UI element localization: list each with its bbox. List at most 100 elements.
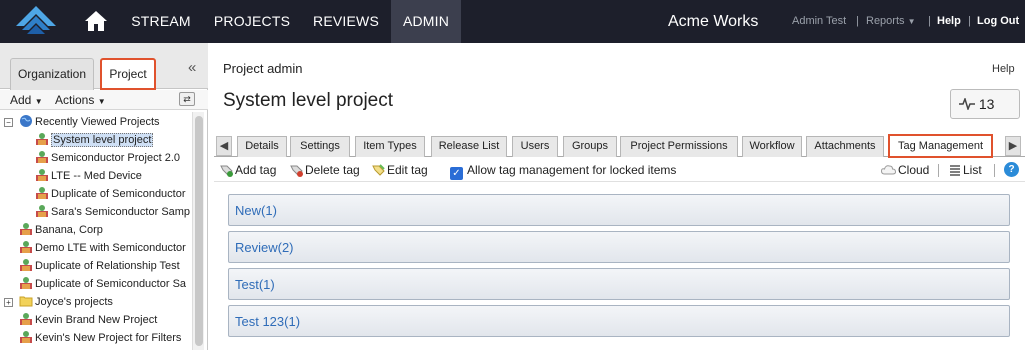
list-icon bbox=[950, 165, 960, 176]
tab-settings[interactable]: Settings bbox=[290, 136, 350, 157]
tree-item-label: Kevin Brand New Project bbox=[35, 314, 158, 326]
cloud-view-button[interactable]: Cloud bbox=[880, 163, 929, 177]
pulse-icon bbox=[959, 96, 975, 112]
tag-link[interactable]: Test(1) bbox=[235, 277, 275, 292]
tag-link[interactable]: Review(2) bbox=[235, 240, 294, 255]
tree-item-folder[interactable]: Joyce's projects bbox=[19, 293, 113, 311]
tag-row[interactable]: Test 123(1) bbox=[228, 305, 1010, 337]
tree-toolbar: Add ▼ Actions ▼ ⇄ bbox=[0, 90, 208, 110]
nav-separator: | bbox=[968, 15, 971, 27]
tag-link[interactable]: Test 123(1) bbox=[235, 314, 300, 329]
tab-workflow[interactable]: Workflow bbox=[742, 136, 802, 157]
tree-scrollbar[interactable] bbox=[192, 112, 204, 350]
tree-item-project[interactable]: Duplicate of Semiconductor bbox=[35, 185, 186, 203]
project-icon bbox=[20, 223, 32, 235]
tab-users[interactable]: Users bbox=[512, 136, 558, 157]
tree-item-label: Duplicate of Semiconductor bbox=[51, 188, 186, 200]
collapse-node-icon[interactable]: − bbox=[4, 118, 13, 127]
tree-item-project[interactable]: Kevin Brand New Project bbox=[19, 311, 157, 329]
refresh-icon[interactable]: ⇄ bbox=[179, 92, 195, 106]
nav-tab-projects[interactable]: PROJECTS bbox=[203, 0, 301, 43]
allow-locked-checkbox[interactable]: ✓ Allow tag management for locked items bbox=[450, 163, 676, 180]
edit-tag-label: Edit tag bbox=[387, 163, 428, 177]
tree-item-project[interactable]: Duplicate of Semiconductor Sa bbox=[19, 275, 186, 293]
tree-item-project[interactable]: Duplicate of Relationship Test bbox=[19, 257, 180, 275]
actions-label: Actions bbox=[55, 93, 95, 107]
project-name-heading: System level project bbox=[223, 90, 394, 111]
tag-row[interactable]: Test(1) bbox=[228, 268, 1010, 300]
tree-item-label: Duplicate of Semiconductor Sa bbox=[35, 278, 187, 290]
expand-node-icon[interactable]: + bbox=[4, 298, 13, 307]
project-tree: − Recently Viewed Projects System level … bbox=[0, 112, 192, 350]
collapse-panel-icon[interactable]: « bbox=[188, 59, 196, 76]
page-title: Project admin bbox=[223, 61, 303, 76]
tab-project[interactable]: Project bbox=[100, 58, 156, 90]
nav-tab-reviews[interactable]: REVIEWS bbox=[302, 0, 390, 43]
tree-item-project[interactable]: Sara's Semiconductor Samp bbox=[35, 203, 190, 221]
reports-label: Reports bbox=[866, 15, 905, 27]
add-tag-icon bbox=[220, 165, 233, 177]
tab-tag-management[interactable]: Tag Management bbox=[888, 134, 993, 158]
scroll-tabs-right-icon[interactable]: ▶ bbox=[1005, 136, 1021, 156]
edit-tag-button[interactable]: Edit tag bbox=[372, 163, 428, 177]
help-link[interactable]: Help bbox=[937, 0, 961, 43]
tree-item-project[interactable]: System level project bbox=[35, 131, 154, 149]
scrollbar-thumb[interactable] bbox=[195, 116, 203, 346]
tree-item-project[interactable]: Semiconductor Project 2.0 bbox=[35, 149, 180, 167]
caret-down-icon: ▼ bbox=[907, 17, 916, 26]
app-logo-icon[interactable] bbox=[12, 4, 60, 40]
help-info-icon[interactable]: ? bbox=[1004, 162, 1019, 177]
tree-item-project[interactable]: Banana, Corp bbox=[19, 221, 103, 239]
tree-item-label: Duplicate of Relationship Test bbox=[35, 260, 180, 272]
tree-item-project[interactable]: Kevin's New Project for Filters bbox=[19, 329, 181, 347]
tree-item-label: LTE -- Med Device bbox=[51, 170, 142, 182]
activity-pulse-button[interactable]: 13 bbox=[950, 89, 1020, 119]
tab-item-types[interactable]: Item Types bbox=[355, 136, 425, 157]
toolbar-divider bbox=[994, 164, 995, 177]
admin-tab-strip: ◀ Details Settings Item Types Release Li… bbox=[214, 134, 1025, 158]
tab-release-list[interactable]: Release List bbox=[431, 136, 507, 157]
project-icon bbox=[20, 241, 32, 253]
delete-tag-icon bbox=[290, 165, 303, 177]
tab-details[interactable]: Details bbox=[237, 136, 287, 157]
list-label: List bbox=[963, 163, 982, 177]
tag-row[interactable]: Review(2) bbox=[228, 231, 1010, 263]
tab-groups[interactable]: Groups bbox=[563, 136, 617, 157]
help-link[interactable]: Help bbox=[992, 63, 1015, 75]
reports-menu[interactable]: Reports ▼ bbox=[866, 0, 916, 43]
project-icon bbox=[36, 205, 48, 217]
user-name-link[interactable]: Admin Test bbox=[792, 0, 846, 43]
tree-item-recently-viewed[interactable]: Recently Viewed Projects bbox=[19, 113, 160, 131]
checkmark-icon: ✓ bbox=[450, 167, 463, 180]
home-icon[interactable] bbox=[84, 10, 108, 32]
list-view-button[interactable]: List bbox=[948, 163, 982, 177]
tab-attachments[interactable]: Attachments bbox=[806, 136, 884, 157]
edit-tag-icon bbox=[372, 164, 385, 176]
nav-tab-admin[interactable]: ADMIN bbox=[391, 0, 461, 43]
tab-organization[interactable]: Organization bbox=[10, 58, 94, 90]
scroll-tabs-left-icon[interactable]: ◀ bbox=[216, 136, 232, 156]
nav-tab-stream[interactable]: STREAM bbox=[120, 0, 202, 43]
tree-item-label: Sara's Semiconductor Samp bbox=[51, 206, 191, 218]
toolbar-divider bbox=[938, 164, 939, 177]
tree-item-label: Recently Viewed Projects bbox=[35, 116, 160, 128]
left-panel-tabs: Organization Project « bbox=[0, 43, 208, 90]
actions-menu-button[interactable]: Actions ▼ bbox=[55, 93, 106, 107]
add-tag-button[interactable]: Add tag bbox=[220, 163, 276, 177]
delete-tag-button[interactable]: Delete tag bbox=[290, 163, 360, 177]
tree-item-label: Kevin's New Project for Filters bbox=[35, 332, 182, 344]
allow-locked-label: Allow tag management for locked items bbox=[467, 163, 677, 177]
add-tag-label: Add tag bbox=[235, 163, 277, 177]
tag-row[interactable]: New(1) bbox=[228, 194, 1010, 226]
top-nav-bar: STREAM PROJECTS REVIEWS ADMIN Acme Works… bbox=[0, 0, 1025, 43]
tree-item-label: Joyce's projects bbox=[35, 296, 113, 308]
tag-link[interactable]: New(1) bbox=[235, 203, 277, 218]
tree-item-project[interactable]: LTE -- Med Device bbox=[35, 167, 142, 185]
logout-link[interactable]: Log Out bbox=[977, 0, 1019, 43]
tag-toolbar: Add tag Delete tag Edit tag ✓ Allow tag m… bbox=[214, 158, 1025, 182]
tree-item-project[interactable]: Demo LTE with Semiconductor bbox=[19, 239, 186, 257]
delete-tag-label: Delete tag bbox=[305, 163, 360, 177]
tab-project-permissions[interactable]: Project Permissions bbox=[620, 136, 738, 157]
add-menu-button[interactable]: Add ▼ bbox=[10, 93, 43, 107]
main-content: Project admin Help System level project … bbox=[214, 43, 1025, 350]
